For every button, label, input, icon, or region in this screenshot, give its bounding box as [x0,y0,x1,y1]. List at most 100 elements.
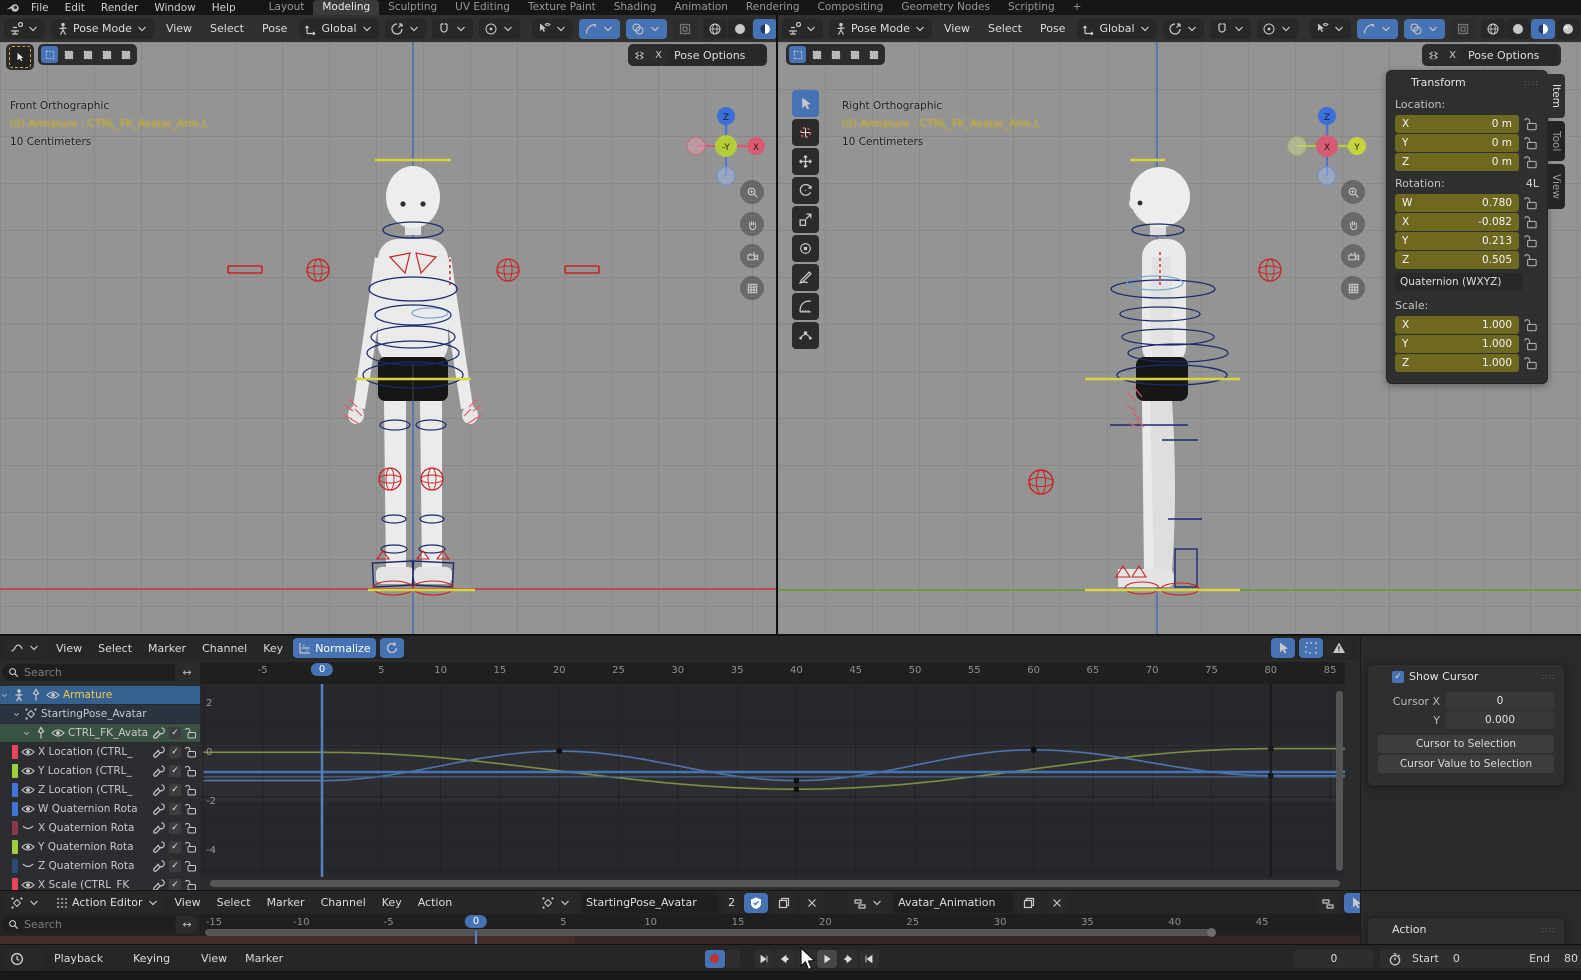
tool-pose-breakdowner[interactable] [792,322,819,349]
vp-right-shading-material[interactable] [1531,19,1555,39]
tool-annotate[interactable] [792,264,819,291]
topbar-menu-edit[interactable]: Edit [57,2,93,14]
panel-drag-handle[interactable]: :::: [1541,925,1556,934]
channel-y-location-ctrl-[interactable]: Y Location (CTRL_✓ [0,762,200,780]
start-frame-field[interactable]: Start0 [1412,952,1460,965]
dope-h-scrollbar[interactable] [205,929,1213,936]
workspace-tab-shading[interactable]: Shading [605,0,666,15]
graph-menu-key[interactable]: Key [257,642,289,655]
dope-search-input[interactable]: Search [2,916,175,933]
channel-search-input[interactable]: Search [2,664,175,681]
current-frame-badge[interactable]: 0 [465,915,487,928]
mirror-x-toggle[interactable]: X [1444,47,1461,64]
vp-right-menu-view[interactable]: View [938,22,976,35]
tool-cursor[interactable] [792,119,819,146]
location-y-field[interactable]: Y0 m [1395,134,1519,152]
new-action-button[interactable] [772,893,796,913]
dope-editor-type-dropdown[interactable] [5,893,46,913]
pose-options-dropdown[interactable]: Pose Options [1463,46,1558,64]
workspace-tab-layout[interactable]: Layout [260,0,314,15]
vp-right-shading-wireframe[interactable] [1481,19,1505,39]
vp-left-proportional-dropdown[interactable] [479,19,520,39]
select-mode-intersect[interactable] [117,46,134,63]
ortho-toggle-button[interactable] [1341,276,1365,300]
end-frame-field[interactable]: End80 [1529,952,1578,965]
rotation-z-field[interactable]: Z0.505 [1395,251,1519,269]
rotation-x-field[interactable]: X-0.082 [1395,213,1519,231]
vp-left-orientation-dropdown[interactable]: Global [299,19,378,39]
avatar-side[interactable] [1080,157,1300,607]
transport-next-keyframe-button[interactable] [838,950,858,968]
workspace-tab-compositing[interactable]: Compositing [809,0,893,15]
floating-bone-sphere[interactable] [1025,466,1057,498]
cursor-x-field[interactable]: 0 [1446,692,1554,710]
timeline-editor-type-dropdown[interactable] [5,949,43,969]
filter-toggle-button[interactable]: ↔ [176,916,198,933]
location-z-field[interactable]: Z0 m [1395,153,1519,171]
graph-menu-select[interactable]: Select [92,642,138,655]
transport-jump-to-end-button[interactable] [859,950,879,968]
vp-left-pivot-dropdown[interactable] [385,19,426,39]
topbar-menu-render[interactable]: Render [93,2,146,14]
workspace-tab-geometry-nodes[interactable]: Geometry Nodes [892,0,999,15]
select-mode-new[interactable] [41,46,58,63]
tool-scale[interactable] [792,206,819,233]
vp-left-mode-dropdown[interactable]: Pose Mode [51,19,154,39]
timeline-view-menu[interactable]: View [195,952,233,965]
sidebar-tab-view[interactable]: View [1547,164,1565,209]
vp-left-menu-pose[interactable]: Pose [256,22,293,35]
action-panel-header[interactable]: Action :::: [1368,918,1564,941]
vp-right-proportional-dropdown[interactable] [1257,19,1298,39]
transport-prev-keyframe-button[interactable] [775,950,795,968]
channel-w-quaternion-rota[interactable]: W Quaternion Rota✓ [0,800,200,818]
scale-z-field[interactable]: Z1.000 [1395,354,1519,372]
graph-tweak-tool[interactable] [1271,638,1295,658]
select-box-tool-icon[interactable] [9,46,31,68]
select-mode-invert[interactable] [98,46,115,63]
vp-right-pivot-dropdown[interactable] [1163,19,1204,39]
channel-z-location-ctrl-[interactable]: Z Location (CTRL_✓ [0,781,200,799]
graph-v-scrollbar[interactable] [1336,691,1343,871]
vp-left-visibility-dropdown[interactable] [532,19,573,39]
vp-right-gizmos-toggle[interactable] [1357,19,1398,39]
channel-z-quaternion-rota[interactable]: Z Quaternion Rota✓ [0,857,200,875]
graph-menu-channel[interactable]: Channel [196,642,253,655]
zoom-button[interactable] [740,180,764,204]
transport-play-button[interactable] [817,950,837,968]
transform-panel-header[interactable]: Transform :::: [1387,71,1547,94]
vp-left-menu-view[interactable]: View [160,22,198,35]
modifier-checkbox[interactable]: ✓ [169,746,181,758]
vp-right-mode-dropdown[interactable]: Pose Mode [829,19,932,39]
dope-playhead-line[interactable] [475,931,477,945]
unlink-slot-button[interactable] [1045,893,1069,913]
graph-menu-view[interactable]: View [50,642,88,655]
tool-rotate[interactable] [792,177,819,204]
dope-menu-marker[interactable]: Marker [261,896,311,909]
viewport-front-canvas[interactable]: Front Orthographic (0) Armature : CTRL_F… [0,42,776,634]
select-mode-extend[interactable] [808,46,825,63]
dope-menu-key[interactable]: Key [376,896,408,909]
workspace-tab-texture-paint[interactable]: Texture Paint [519,0,605,15]
pose-options-dropdown[interactable]: Pose Options [669,46,764,64]
channel-startingpose-avatar[interactable]: StartingPose_Avatar [0,705,200,723]
location-x-field[interactable]: X0 m [1395,115,1519,133]
channel-x-location-ctrl-[interactable]: X Location (CTRL_✓ [0,743,200,761]
slot-browse-dropdown[interactable] [848,893,889,913]
x-mirror-butterfly-icon[interactable] [631,47,648,64]
graph-box-select-tool[interactable] [1299,638,1323,658]
slot-name-field[interactable]: Avatar_Animation [893,893,1013,913]
filter-toggle-button[interactable]: ↔ [176,664,198,681]
panel-drag-handle[interactable]: :::: [1541,672,1556,681]
dope-menu-channel[interactable]: Channel [315,896,372,909]
modifier-checkbox[interactable]: ✓ [169,822,181,834]
workspace-tab-uv-editing[interactable]: UV Editing [446,0,519,15]
new-slot-button[interactable] [1017,893,1041,913]
tool-transform[interactable] [792,235,819,262]
dope-menu-view[interactable]: View [169,896,207,909]
vp-right-menu-select[interactable]: Select [982,22,1028,35]
graph-h-scrollbar[interactable] [210,880,1340,887]
normalize-toggle[interactable]: Normalize [293,638,375,658]
channel-x-quaternion-rota[interactable]: X Quaternion Rota✓ [0,819,200,837]
workspace-tab-scripting[interactable]: Scripting [999,0,1064,15]
avatar-front[interactable] [225,157,605,607]
